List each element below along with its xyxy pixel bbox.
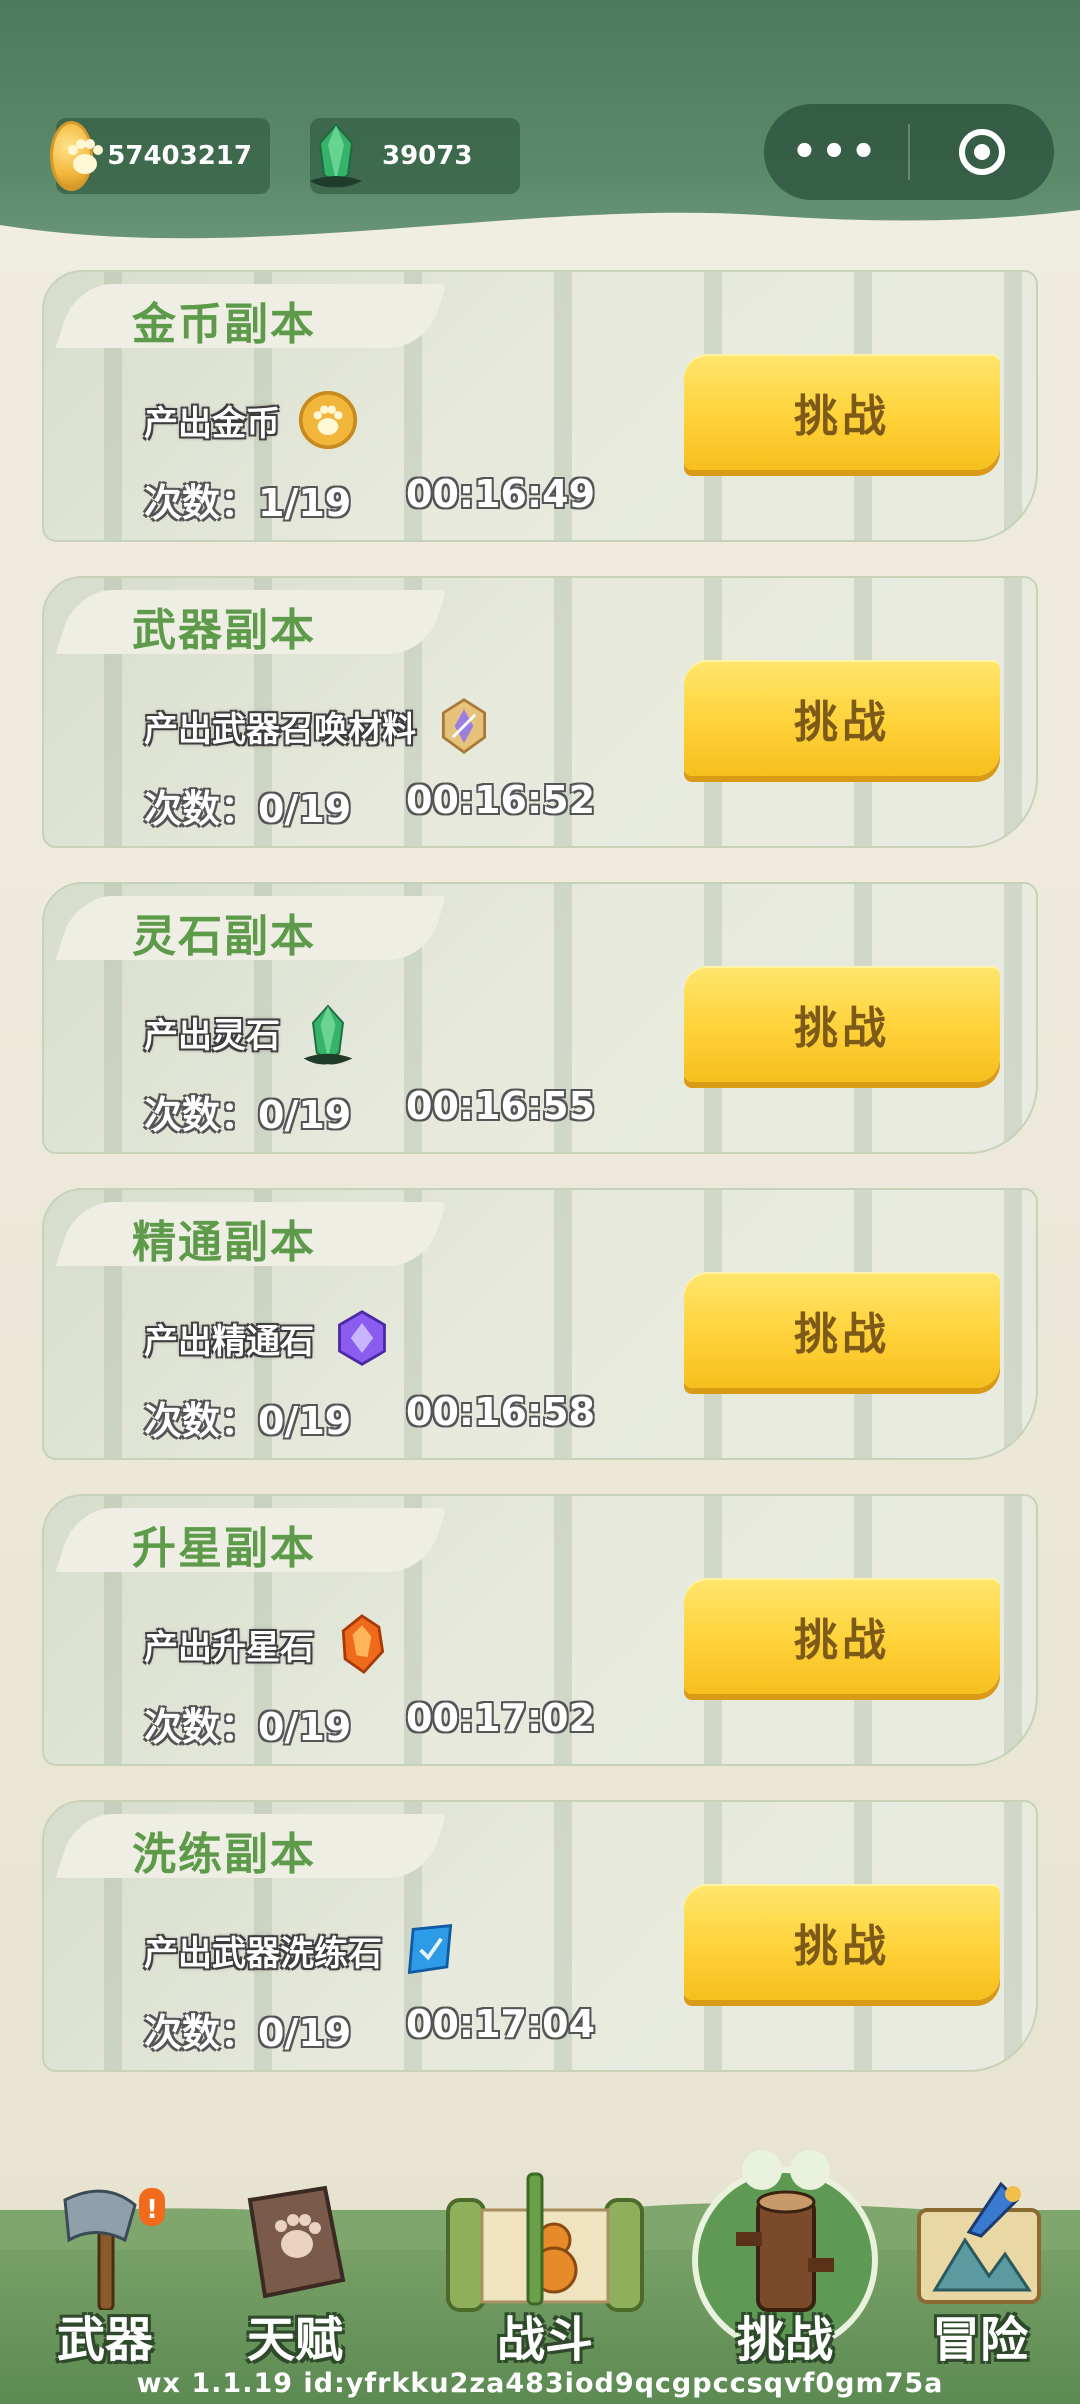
dungeon-card-mastery: 精通副本 产出精通石 次数：0/19 00:16:58 挑战 <box>42 1188 1038 1460</box>
produce-label: 产出金币 <box>144 403 280 444</box>
battle-scroll-icon <box>446 2172 644 2312</box>
reset-timer: 00:16:58 <box>406 1390 596 1434</box>
attempt-count: 次数：0/19 <box>144 2011 352 2055</box>
card-title: 金币副本 <box>132 299 316 350</box>
target-icon <box>959 129 1005 175</box>
produce-label: 产出灵石 <box>144 1015 280 1056</box>
reset-timer: 00:17:02 <box>406 1696 596 1740</box>
produce-label: 产出精通石 <box>144 1321 314 1362</box>
nav-tab-challenge[interactable]: 挑战 <box>690 2140 880 2370</box>
reset-timer: 00:16:55 <box>406 1084 596 1128</box>
card-title: 精通副本 <box>132 1217 316 1268</box>
spirit-stone-icon <box>298 1002 358 1065</box>
header-wave-decoration <box>0 210 1080 270</box>
mastery-stone-icon <box>332 1308 392 1368</box>
attempt-count: 次数：1/19 <box>144 481 352 525</box>
more-dots-icon[interactable]: ••• <box>764 129 908 175</box>
dungeon-card-refine: 洗练副本 产出武器洗练石 次数：0/19 00:17:04 挑战 <box>42 1800 1038 2072</box>
star-stone-icon <box>332 1614 392 1674</box>
card-produce: 产出金币 <box>144 390 358 450</box>
nav-tab-label: 战斗 <box>496 2312 593 2368</box>
reset-timer: 00:16:52 <box>406 778 596 822</box>
coin-amount: 57403217 <box>107 141 252 171</box>
nav-tab-battle[interactable]: 战斗 <box>430 2170 660 2370</box>
nav-tab-label: 天赋 <box>246 2312 343 2368</box>
card-title: 洗练副本 <box>132 1829 316 1880</box>
attempt-count: 次数：0/19 <box>144 1399 352 1443</box>
coin-balance: 57403217 <box>50 118 270 194</box>
coin-icon <box>50 121 103 191</box>
nav-tab-label: 挑战 <box>736 2312 833 2368</box>
challenge-button[interactable]: 挑战 <box>684 1884 1000 2000</box>
dungeon-card-gold: 金币副本 产出金币 次数：1/19 00:16:49 挑战 <box>42 270 1038 542</box>
axe-icon: ! <box>63 2188 165 2312</box>
produce-label: 产出升星石 <box>144 1627 314 1668</box>
spirit-stone-icon <box>310 123 362 188</box>
card-produce: 产出升星石 <box>144 1614 392 1674</box>
spirit-stone-balance: 39073 <box>310 118 520 194</box>
svg-text:!: ! <box>146 2195 158 2225</box>
dungeon-card-star: 升星副本 产出升星石 次数：0/19 00:17:02 挑战 <box>42 1494 1038 1766</box>
card-produce: 产出精通石 <box>144 1308 392 1368</box>
produce-label: 产出武器召唤材料 <box>144 709 416 750</box>
reset-timer: 00:16:49 <box>406 472 596 516</box>
challenge-button[interactable]: 挑战 <box>684 660 1000 776</box>
coin-icon <box>298 390 358 450</box>
weapon-material-icon <box>434 696 494 756</box>
challenge-button[interactable]: 挑战 <box>684 354 1000 470</box>
attempt-count: 次数：0/19 <box>144 1705 352 1749</box>
card-produce: 产出灵石 <box>144 1002 358 1065</box>
adventure-map-icon <box>917 2181 1041 2304</box>
card-title: 武器副本 <box>132 605 316 656</box>
nav-tab-label: 冒险 <box>931 2312 1028 2368</box>
card-produce: 产出武器召唤材料 <box>144 696 494 756</box>
nav-tab-weapon[interactable]: ! 武器 <box>30 2180 180 2370</box>
attempt-count: 次数：0/19 <box>144 787 352 831</box>
dungeon-card-weapon: 武器副本 产出武器召唤材料 次数：0/19 00:16:52 挑战 <box>42 576 1038 848</box>
card-title: 灵石副本 <box>132 911 316 962</box>
challenge-button[interactable]: 挑战 <box>684 1272 1000 1388</box>
produce-label: 产出武器洗练石 <box>144 1933 382 1974</box>
close-button[interactable] <box>910 129 1054 175</box>
challenge-button[interactable]: 挑战 <box>684 1578 1000 1694</box>
spirit-stone-amount: 39073 <box>382 141 473 171</box>
nav-tab-talent[interactable]: 天赋 <box>220 2180 370 2370</box>
card-title: 升星副本 <box>132 1523 316 1574</box>
dungeon-card-spirit-stone: 灵石副本 产出灵石 次数：0/19 00:16:55 挑战 <box>42 882 1038 1154</box>
mini-program-capsule: ••• <box>764 104 1054 200</box>
version-info: wx 1.1.19 id:yfrkku2za483iod9qcgpccsqvf0… <box>136 2368 944 2399</box>
refine-stone-icon <box>400 1920 460 1980</box>
nav-tab-label: 武器 <box>56 2312 153 2368</box>
reset-timer: 00:17:04 <box>406 2002 596 2046</box>
challenge-button[interactable]: 挑战 <box>684 966 1000 1082</box>
nav-tab-adventure[interactable]: 冒险 <box>900 2180 1060 2370</box>
card-produce: 产出武器洗练石 <box>144 1920 460 1980</box>
talent-book-icon <box>247 2185 346 2299</box>
attempt-count: 次数：0/19 <box>144 1093 352 1137</box>
